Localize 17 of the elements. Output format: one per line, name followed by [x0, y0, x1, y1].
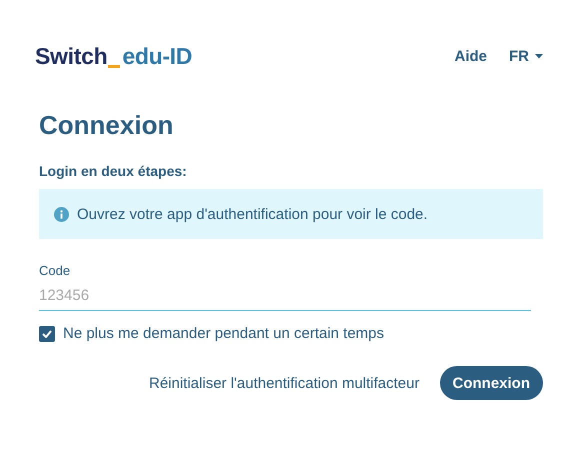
reset-link[interactable]: Réinitialiser l'authentification multifacteur — [149, 374, 420, 392]
checkbox[interactable] — [39, 326, 55, 342]
caret-icon — [535, 54, 543, 58]
info-icon — [54, 206, 69, 222]
language-dropdown[interactable]: FR — [509, 48, 543, 64]
login-button[interactable]: Connexion — [440, 366, 543, 400]
code-field[interactable]: 123456 — [39, 282, 531, 311]
checkbox-label: Ne plus me demander pendant un certain temps — [63, 325, 384, 342]
logo-text: edu-ID — [122, 42, 192, 70]
logo-text: Switch — [35, 42, 108, 70]
underscore-mark — [108, 64, 120, 68]
info-message: Ouvrez votre app d'authentification pour voir le code. — [77, 206, 428, 222]
help-link[interactable]: Aide — [454, 48, 487, 64]
check-icon — [42, 330, 52, 338]
page-title: Connexion — [39, 110, 174, 141]
field-label: Code — [39, 263, 70, 278]
section-label: Login en deux étapes: — [39, 163, 187, 179]
